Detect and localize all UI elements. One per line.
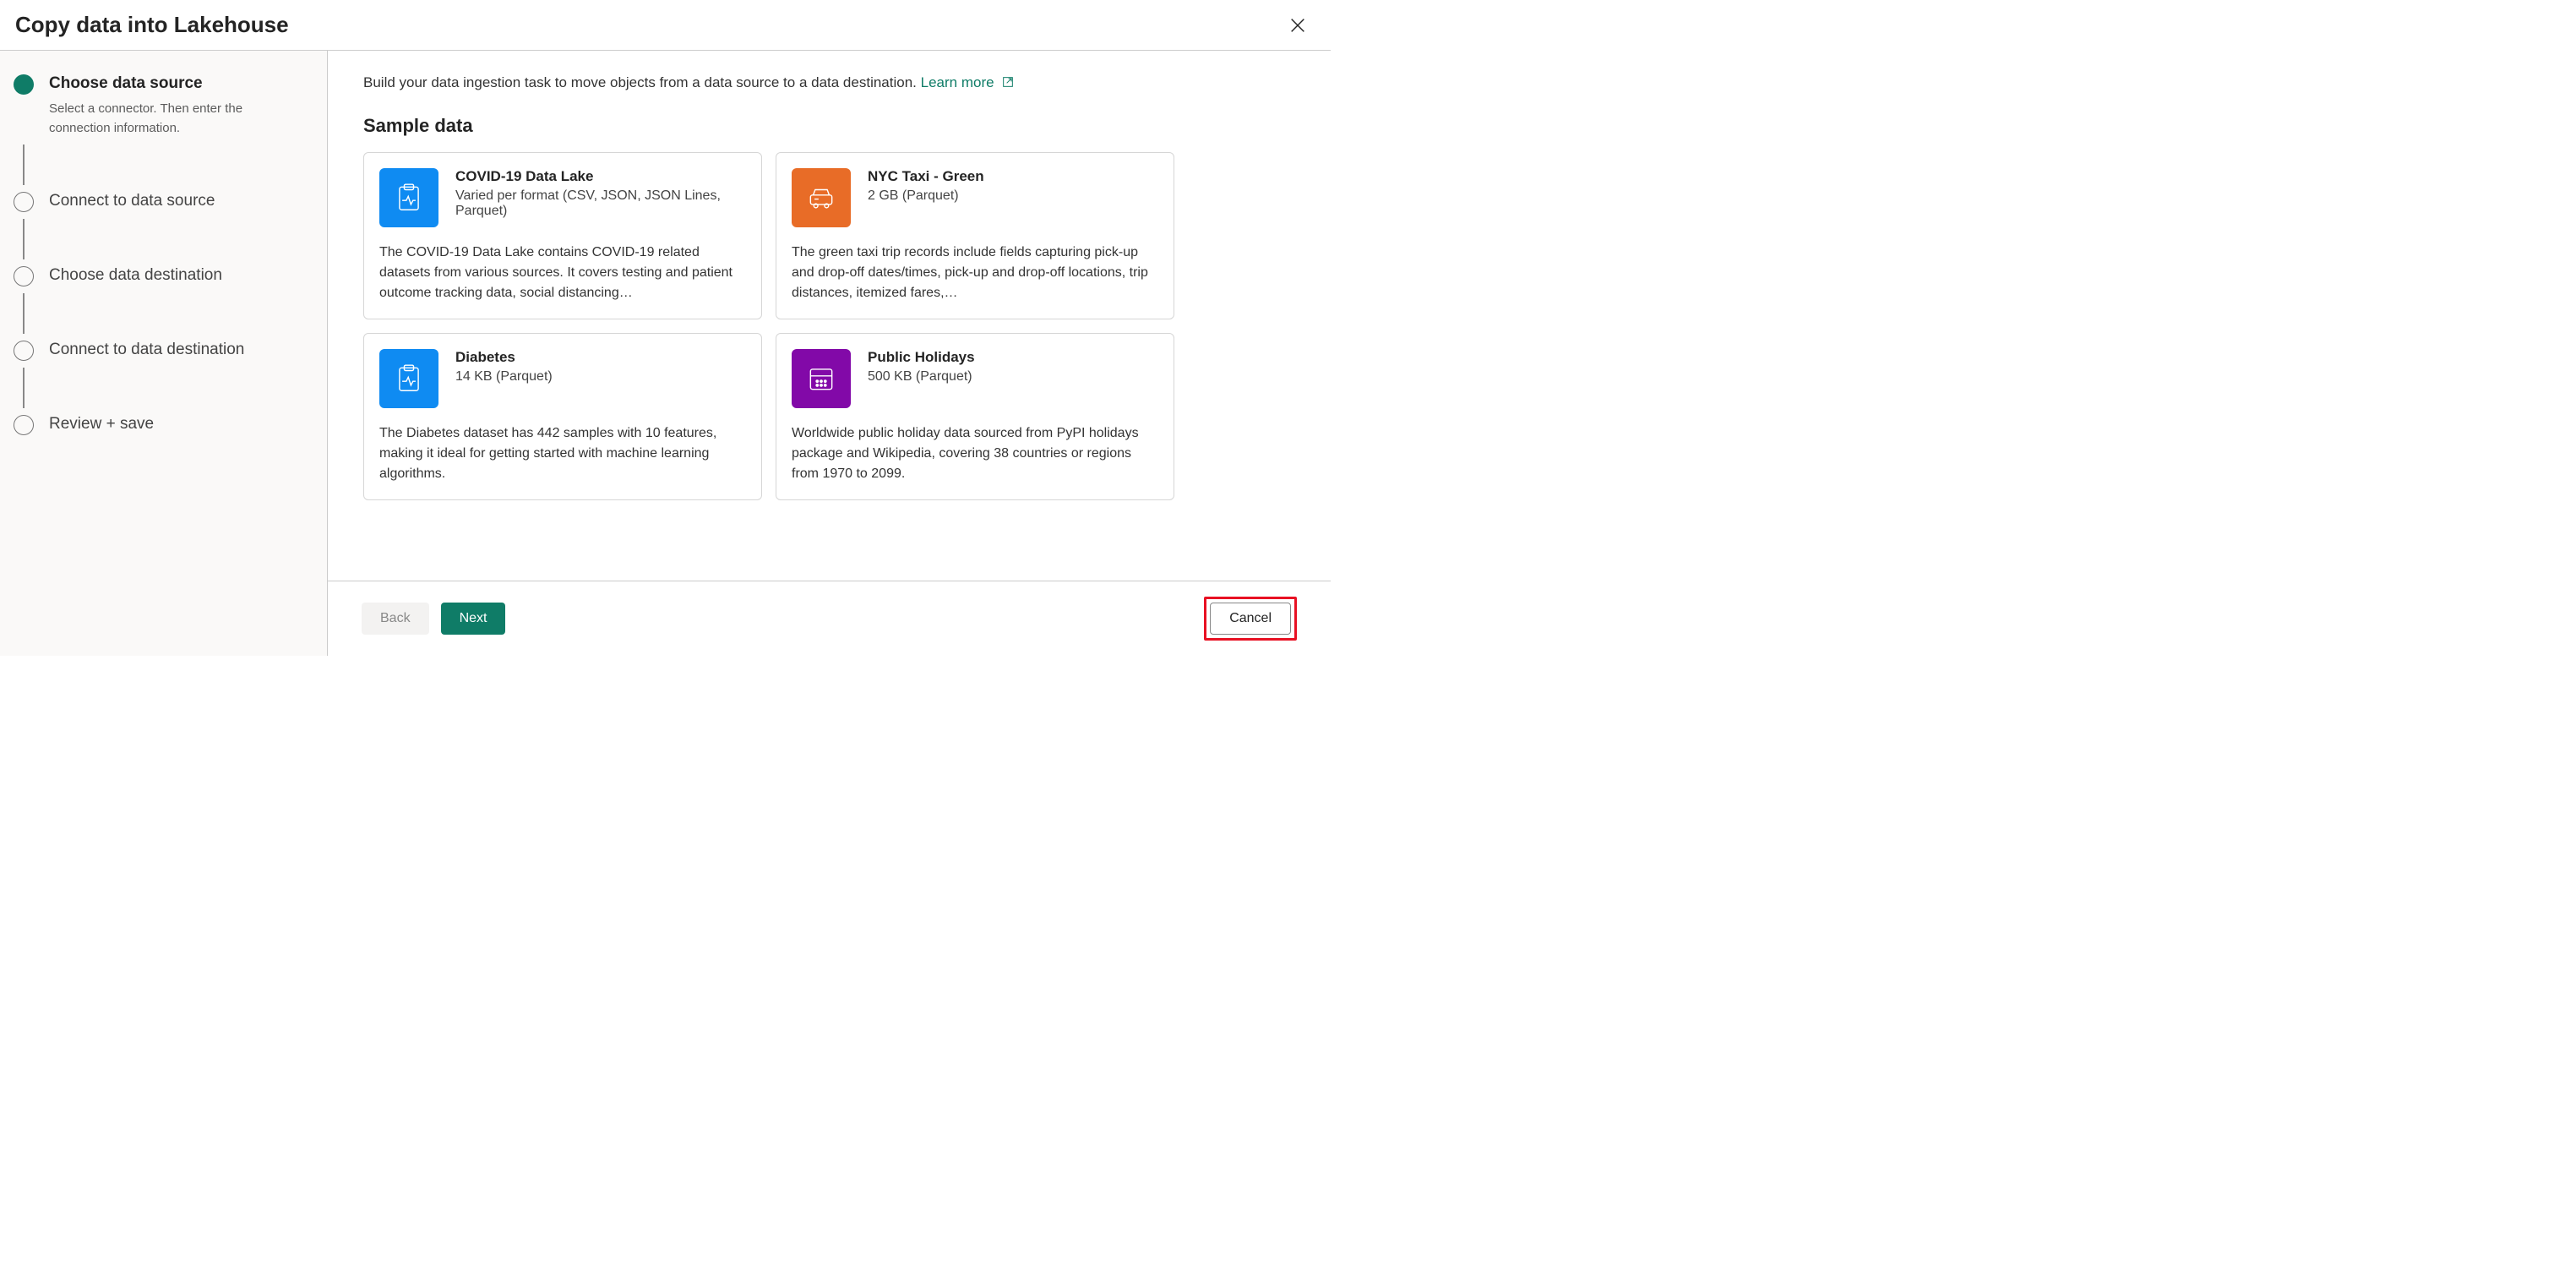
learn-more-label: Learn more: [921, 74, 994, 90]
card-subtitle: 14 KB (Parquet): [455, 369, 553, 385]
clipboard-pulse-icon: [379, 168, 438, 227]
step-marker-hollow-icon: [14, 266, 34, 286]
clipboard-pulse-icon: [379, 349, 438, 408]
next-button[interactable]: Next: [441, 603, 506, 635]
card-title: COVID-19 Data Lake: [455, 168, 746, 185]
cancel-button[interactable]: Cancel: [1210, 603, 1291, 635]
step-marker-hollow-icon: [14, 192, 34, 212]
main-panel: Build your data ingestion task to move o…: [328, 51, 1331, 656]
step-title: Choose data destination: [49, 266, 222, 285]
step-title: Connect to data source: [49, 192, 215, 210]
card-description: The green taxi trip records include fiel…: [792, 243, 1158, 303]
card-description: The COVID-19 Data Lake contains COVID-19…: [379, 243, 746, 303]
card-title: Diabetes: [455, 349, 553, 366]
step-description: Select a connector. Then enter the conne…: [49, 100, 286, 138]
step-connector: [23, 219, 25, 259]
sample-data-grid: COVID-19 Data Lake Varied per format (CS…: [363, 152, 1174, 500]
sample-card-covid[interactable]: COVID-19 Data Lake Varied per format (CS…: [363, 152, 762, 319]
cancel-highlight-box: Cancel: [1204, 597, 1297, 641]
taxi-icon: [792, 168, 851, 227]
wizard-footer: Back Next Cancel: [328, 581, 1331, 656]
step-review-save[interactable]: Review + save: [8, 415, 319, 435]
card-description: The Diabetes dataset has 442 samples wit…: [379, 423, 746, 484]
step-marker-hollow-icon: [14, 341, 34, 361]
close-icon[interactable]: [1288, 16, 1307, 35]
card-subtitle: Varied per format (CSV, JSON, JSON Lines…: [455, 188, 746, 219]
step-choose-data-destination[interactable]: Choose data destination: [8, 266, 319, 286]
step-connect-to-data-destination[interactable]: Connect to data destination: [8, 341, 319, 361]
step-title: Review + save: [49, 415, 154, 434]
step-marker-active-icon: [14, 74, 34, 95]
learn-more-link[interactable]: Learn more: [921, 74, 1016, 90]
intro-body: Build your data ingestion task to move o…: [363, 74, 917, 90]
card-title: Public Holidays: [868, 349, 975, 366]
step-connect-to-data-source[interactable]: Connect to data source: [8, 192, 319, 212]
card-title: NYC Taxi - Green: [868, 168, 984, 185]
step-title: Connect to data destination: [49, 341, 244, 359]
card-subtitle: 500 KB (Parquet): [868, 369, 975, 385]
calendar-icon: [792, 349, 851, 408]
step-connector: [23, 145, 25, 185]
wizard-steps-sidebar: Choose data source Select a connector. T…: [0, 51, 328, 656]
sample-card-public-holidays[interactable]: Public Holidays 500 KB (Parquet) Worldwi…: [776, 333, 1174, 500]
card-subtitle: 2 GB (Parquet): [868, 188, 984, 204]
step-choose-data-source[interactable]: Choose data source Select a connector. T…: [8, 74, 319, 138]
step-connector: [23, 368, 25, 408]
intro-text: Build your data ingestion task to move o…: [363, 74, 1297, 91]
sample-card-diabetes[interactable]: Diabetes 14 KB (Parquet) The Diabetes da…: [363, 333, 762, 500]
section-title: Sample data: [363, 115, 1297, 137]
step-marker-hollow-icon: [14, 415, 34, 435]
back-button[interactable]: Back: [362, 603, 429, 635]
step-title: Choose data source: [49, 74, 286, 93]
dialog-header: Copy data into Lakehouse: [0, 0, 1331, 51]
sample-card-nyc-taxi[interactable]: NYC Taxi - Green 2 GB (Parquet) The gree…: [776, 152, 1174, 319]
card-description: Worldwide public holiday data sourced fr…: [792, 423, 1158, 484]
step-connector: [23, 293, 25, 334]
dialog-title: Copy data into Lakehouse: [15, 12, 289, 38]
external-link-icon: [1001, 75, 1015, 89]
